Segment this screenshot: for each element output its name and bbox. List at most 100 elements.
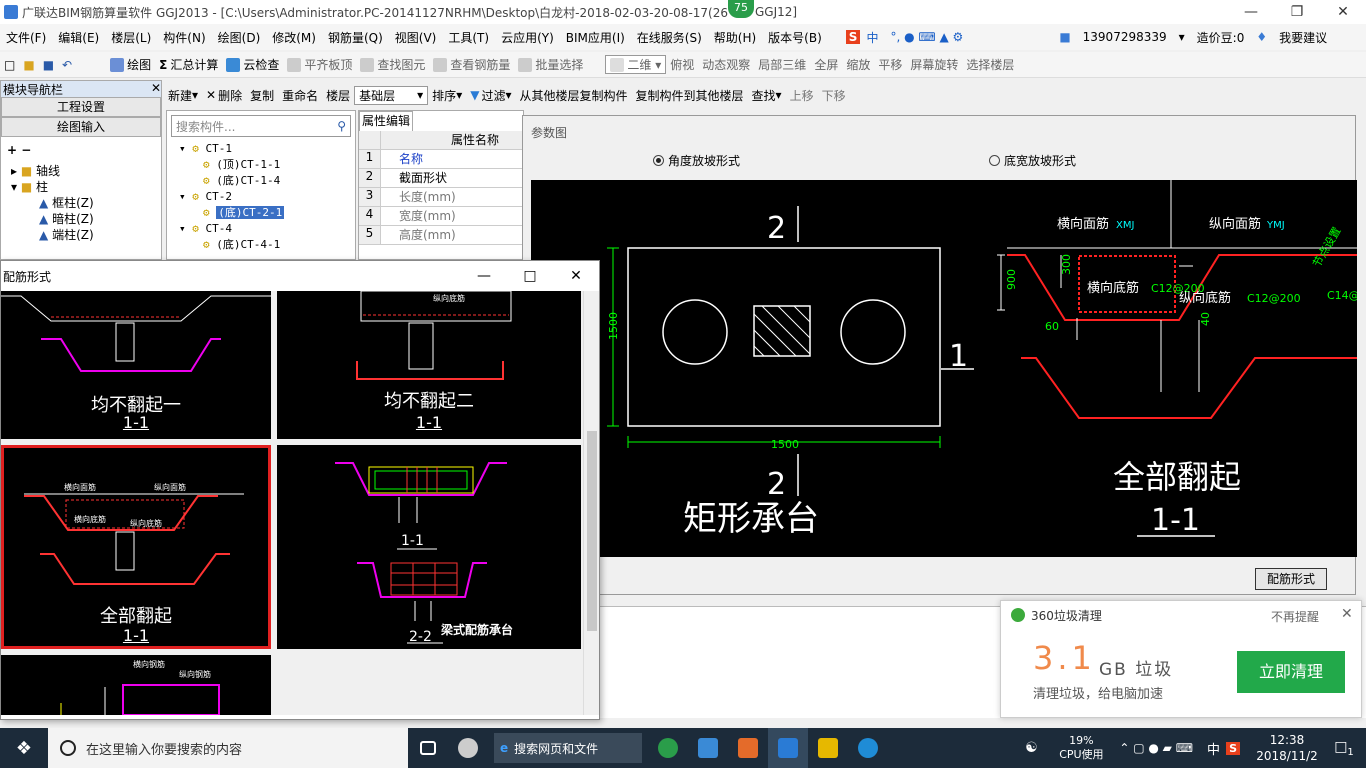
user-phone[interactable]: 13907298339	[1077, 30, 1173, 44]
dialog-scrollbar[interactable]	[583, 291, 599, 715]
form-cell-none-1[interactable]: 均不翻起一 1-1	[1, 291, 271, 439]
tree-item-hidden-column[interactable]: ▲ 暗柱(Z)	[11, 211, 161, 227]
draw-input-button[interactable]: 绘图输入	[1, 117, 161, 137]
scroll-thumb[interactable]	[587, 431, 597, 631]
user-icon[interactable]: ■	[1053, 30, 1076, 44]
tree-item-column[interactable]: ▾ ■ 柱	[11, 179, 161, 195]
search-icon[interactable]: ⚲	[337, 119, 346, 133]
table-row[interactable]: 4 宽度(mm)	[359, 207, 523, 226]
menu-draw[interactable]: 绘图(D)	[212, 29, 267, 46]
menu-help[interactable]: 帮助(H)	[708, 29, 762, 46]
clean-now-button[interactable]: 立即清理	[1237, 651, 1345, 693]
tree-node-ct1-4[interactable]: ⚙ (底)CT-1-4	[179, 173, 355, 189]
form-cell-none-2[interactable]: 纵向底筋 均不翻起二 1-1	[277, 291, 581, 439]
table-row[interactable]: 1 名称	[359, 150, 523, 169]
people-icon[interactable]: ☯	[1011, 728, 1051, 768]
close-icon[interactable]: ✕	[553, 268, 599, 284]
menu-component[interactable]: 构件(N)	[157, 29, 211, 46]
toast-dismiss[interactable]: 不再提醒	[1271, 608, 1319, 625]
pan-button[interactable]: 平移	[874, 56, 906, 73]
photo-app-icon[interactable]	[688, 728, 728, 768]
ime-toolbar-icons[interactable]: °, ● ⌨ ▲ ⚙	[884, 30, 969, 44]
copy-button[interactable]: 复制	[246, 87, 278, 104]
table-row[interactable]: 3 长度(mm)	[359, 188, 523, 207]
notes-app-icon[interactable]	[808, 728, 848, 768]
fullscreen-button[interactable]: 全屏	[810, 56, 842, 73]
tree-node-ct4[interactable]: ▾ ⚙ CT-4	[179, 221, 355, 237]
cloud-check-button[interactable]: 云检查	[222, 56, 283, 73]
form-cell-all-raised[interactable]: 横向面筋 纵向面筋 横向底筋 纵向底筋 全部翻起 1-1	[1, 445, 271, 649]
tree-node-ct1[interactable]: ▾ ⚙ CT-1	[179, 141, 355, 157]
form-cell-beam-style[interactable]: 1-1 2-2 梁式配筋承台	[277, 445, 581, 649]
maximize-icon[interactable]: □	[507, 268, 553, 284]
delete-button[interactable]: ✕ 删除	[202, 87, 246, 104]
input-lang[interactable]: 中	[1201, 739, 1226, 758]
menu-modify[interactable]: 修改(M)	[266, 29, 322, 46]
orbit-button[interactable]: 动态观察	[698, 56, 754, 73]
clock[interactable]: 12:38 2018/11/2	[1252, 732, 1322, 764]
table-row[interactable]: 5 高度(mm)	[359, 226, 523, 245]
undo-icon[interactable]: ↶	[58, 58, 76, 72]
pdf-app-icon[interactable]	[728, 728, 768, 768]
minimize-icon[interactable]: —	[461, 268, 507, 284]
menu-tools[interactable]: 工具(T)	[442, 29, 495, 46]
screen-rotate-button[interactable]: 屏幕旋转	[906, 56, 962, 73]
menu-view[interactable]: 视图(V)	[389, 29, 443, 46]
sort-button[interactable]: 排序 ▾	[428, 87, 466, 104]
menu-bim[interactable]: BIM应用(I)	[560, 29, 631, 46]
gld-app-icon[interactable]	[768, 728, 808, 768]
view-2d-select[interactable]: 二维 ▾	[605, 55, 667, 74]
filter-button[interactable]: ▼ 过滤 ▾	[466, 87, 515, 104]
copy-from-floor-button[interactable]: 从其他楼层复制构件	[516, 87, 632, 104]
ime-s-icon[interactable]: S	[845, 30, 861, 44]
notification-icon[interactable]: □1	[1322, 739, 1366, 758]
menu-edit[interactable]: 编辑(E)	[52, 29, 105, 46]
tree-node-ct1-1[interactable]: ⚙ (顶)CT-1-1	[179, 157, 355, 173]
top-view-button[interactable]: 俯视	[666, 56, 698, 73]
menu-version[interactable]: 版本号(B)	[762, 29, 828, 46]
new-button[interactable]: 新建 ▾	[164, 87, 202, 104]
move-down-button[interactable]: 下移	[818, 87, 850, 104]
find-element-button[interactable]: 查找图元	[356, 56, 429, 73]
menu-online[interactable]: 在线服务(S)	[631, 29, 708, 46]
summary-calc-button[interactable]: Σ 汇总计算	[155, 56, 222, 73]
suggest-button[interactable]: 我要建议	[1273, 29, 1333, 46]
task-view-icon[interactable]	[408, 728, 448, 768]
browser-icon[interactable]	[648, 728, 688, 768]
move-up-button[interactable]: 上移	[786, 87, 818, 104]
floor-select[interactable]: 基础层 ▾	[354, 85, 429, 105]
g-app-icon[interactable]	[848, 728, 888, 768]
tree-item-end-column[interactable]: ▲ 端柱(Z)	[11, 227, 161, 243]
tray-icons[interactable]: ⌃ ▢ ● ▰ ⌨	[1111, 741, 1201, 755]
menu-rebar[interactable]: 钢筋量(Q)	[322, 29, 389, 46]
ime-lang[interactable]: 中	[860, 29, 884, 46]
tab-property-edit[interactable]: 属性编辑	[359, 111, 413, 131]
expand-collapse-icons[interactable]: + −	[1, 137, 161, 163]
view-rebar-button[interactable]: 查看钢筋量	[429, 56, 514, 73]
fan-app-icon[interactable]	[448, 728, 488, 768]
rebar-form-button[interactable]: 配筋形式	[1255, 568, 1327, 590]
cloud-badge[interactable]: 75	[728, 0, 754, 18]
close-icon[interactable]: ✕	[1341, 606, 1353, 622]
sogou-tray-icon[interactable]: S	[1226, 741, 1240, 755]
tree-node-ct2-1[interactable]: ⚙ (底)CT-2-1	[179, 205, 355, 221]
tree-node-ct4-1[interactable]: ⚙ (底)CT-4-1	[179, 237, 355, 253]
bell-icon[interactable]: ♦	[1250, 30, 1273, 44]
component-search-input[interactable]: 搜索构件... ⚲	[171, 115, 351, 137]
radio-bottom-width-slope[interactable]: 底宽放坡形式	[989, 152, 1076, 174]
open-file-icon[interactable]: ■	[19, 58, 38, 72]
menu-floor[interactable]: 楼层(L)	[105, 29, 157, 46]
tree-item-axis[interactable]: ▸ ■ 轴线	[11, 163, 161, 179]
pin-icon[interactable]: ✕	[151, 81, 161, 97]
radio-angle-slope[interactable]: 角度放坡形式	[653, 152, 989, 174]
tree-node-ct2[interactable]: ▾ ⚙ CT-2	[179, 189, 355, 205]
local-3d-button[interactable]: 局部三维	[754, 56, 810, 73]
find-button[interactable]: 查找 ▾	[748, 87, 786, 104]
minimize-button[interactable]: —	[1228, 0, 1274, 24]
batch-select-button[interactable]: 批量选择	[514, 56, 587, 73]
new-file-icon[interactable]: □	[0, 58, 19, 72]
close-button[interactable]: ✕	[1320, 0, 1366, 24]
table-row[interactable]: 2 截面形状	[359, 169, 523, 188]
web-search-box[interactable]: e 搜索网页和文件	[494, 733, 642, 763]
menu-cloud[interactable]: 云应用(Y)	[495, 29, 560, 46]
